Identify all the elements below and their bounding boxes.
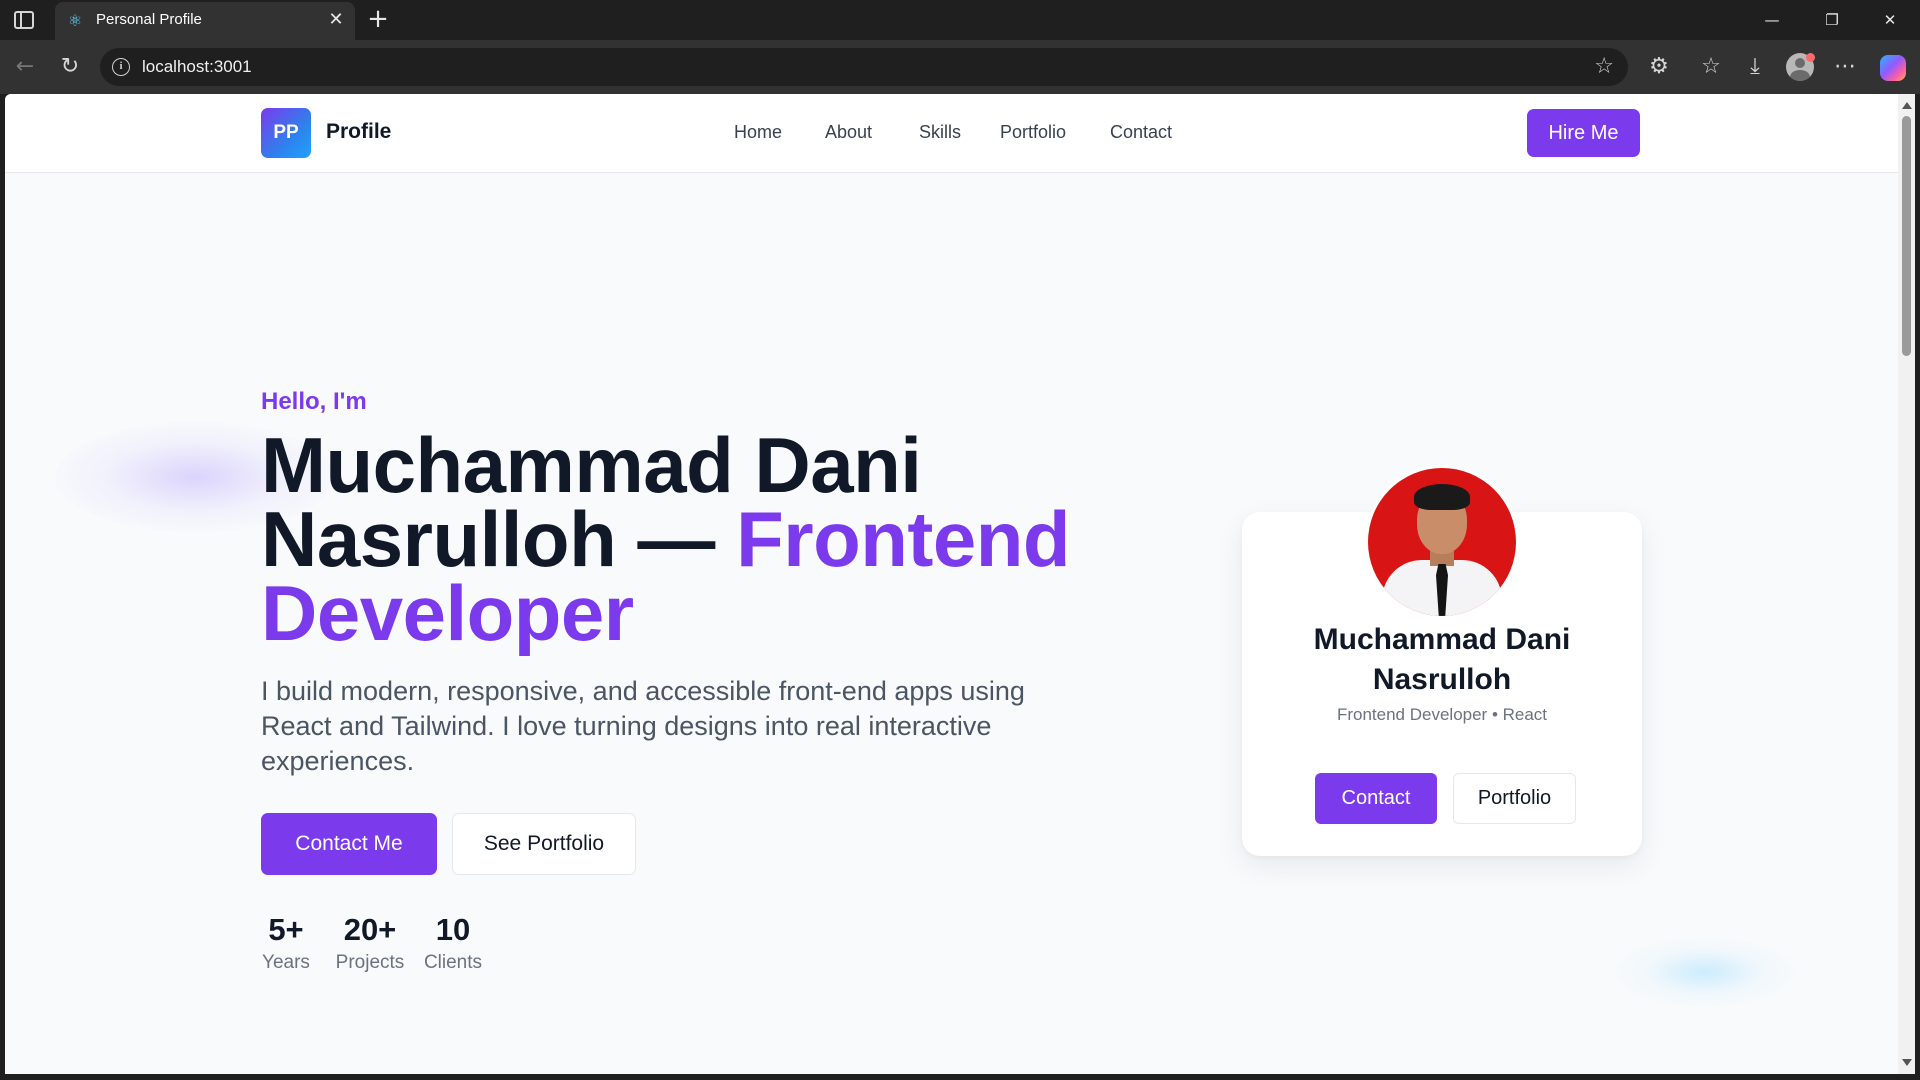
browser-tab-bar: ⚛ Personal Profile ✕ + — ❐ ✕ — [0, 0, 1920, 40]
stat-value: 20+ — [343, 912, 397, 947]
tab-title: Personal Profile — [96, 11, 202, 28]
site-header: PP Profile Home About Skills Portfolio C… — [5, 94, 1898, 173]
nav-portfolio[interactable]: Portfolio — [1000, 122, 1066, 143]
hero-lead: I build modern, responsive, and accessib… — [261, 676, 1025, 776]
minimize-icon[interactable]: — — [1752, 8, 1792, 32]
page-viewport: PP Profile Home About Skills Portfolio C… — [5, 94, 1898, 1074]
window-bottom-edge — [0, 1074, 1920, 1080]
profile-photo — [1365, 465, 1519, 619]
reload-icon[interactable]: ↻ — [55, 52, 85, 82]
logo-text[interactable]: Profile — [326, 120, 391, 144]
hero-headline: Muchammad Dani Nasrulloh — Frontend Deve… — [261, 426, 1161, 652]
downloads-icon[interactable]: ⤓ — [1740, 52, 1770, 82]
favorite-star-icon[interactable]: ☆ — [1594, 54, 1614, 79]
scroll-up-icon[interactable] — [1902, 102, 1912, 109]
close-tab-icon[interactable]: ✕ — [325, 9, 347, 31]
stat-projects: 20+ Projects — [325, 912, 415, 976]
close-window-icon[interactable]: ✕ — [1870, 8, 1910, 32]
see-portfolio-button[interactable]: See Portfolio — [452, 813, 636, 875]
nav-home[interactable]: Home — [734, 122, 782, 143]
hero-greeting: Hello, I'm — [261, 388, 367, 415]
stat-value: 10 — [435, 912, 471, 947]
scroll-down-icon[interactable] — [1902, 1059, 1912, 1066]
stat-label: Years — [262, 952, 310, 973]
notification-dot — [1806, 53, 1815, 62]
stat-clients: 10 Clients — [415, 912, 491, 976]
nav-skills[interactable]: Skills — [919, 122, 961, 143]
card-portfolio-button[interactable]: Portfolio — [1453, 773, 1576, 824]
browser-toolbar: ← ↻ i localhost:3001 ☆ ⚙ ☆ ⤓ ⋯ — [0, 40, 1920, 94]
copilot-icon[interactable] — [1880, 55, 1906, 81]
address-bar[interactable]: i localhost:3001 ☆ — [100, 48, 1628, 86]
stat-years: 5+ Years — [261, 912, 311, 976]
nav-contact[interactable]: Contact — [1110, 122, 1172, 143]
nav-about[interactable]: About — [825, 122, 872, 143]
stat-label: Clients — [423, 952, 483, 973]
logo-badge[interactable]: PP — [261, 108, 311, 158]
more-icon[interactable]: ⋯ — [1830, 52, 1860, 82]
browser-tab[interactable]: ⚛ Personal Profile ✕ — [55, 2, 355, 40]
card-contact-button[interactable]: Contact — [1315, 773, 1437, 824]
back-icon[interactable]: ← — [10, 52, 40, 82]
stat-value: 5+ — [268, 912, 304, 947]
profile-card-name: Muchammad Dani Nasrulloh — [1313, 623, 1571, 696]
favorites-icon[interactable]: ☆ — [1696, 52, 1726, 82]
stat-label: Projects — [335, 952, 405, 973]
sidebar-toggle-icon[interactable] — [14, 11, 34, 29]
profile-card-subtitle: Frontend Developer • React — [1336, 705, 1548, 724]
site-info-icon[interactable]: i — [112, 58, 130, 76]
url-text: localhost:3001 — [142, 57, 252, 76]
page-scrollbar[interactable] — [1898, 94, 1915, 1074]
contact-me-button[interactable]: Contact Me — [261, 813, 437, 875]
scrollbar-thumb[interactable] — [1902, 116, 1911, 356]
new-tab-icon[interactable]: + — [364, 6, 392, 34]
extensions-icon[interactable]: ⚙ — [1644, 52, 1674, 82]
react-icon: ⚛ — [67, 11, 83, 30]
restore-icon[interactable]: ❐ — [1812, 8, 1852, 32]
hire-me-button[interactable]: Hire Me — [1527, 109, 1640, 157]
decorative-blob — [1615, 937, 1795, 1007]
